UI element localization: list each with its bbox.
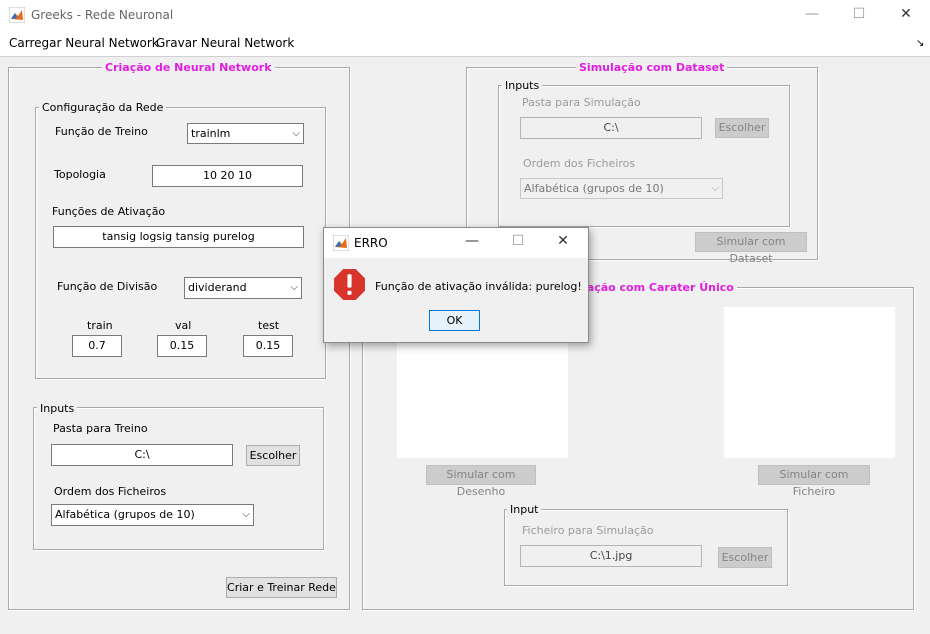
simulate-dataset-button[interactable]: Simular com Dataset [695, 232, 807, 265]
val-ratio-label: val [175, 319, 192, 332]
maximize-icon[interactable]: ☐ [503, 233, 533, 253]
create-train-button[interactable]: Criar e Treinar Rede [226, 577, 337, 598]
minimize-icon[interactable]: — [457, 233, 487, 253]
train-folder-input[interactable]: C:\ [51, 444, 233, 466]
error-dialog: ERRO — ☐ ✕ Função de ativação inválida: … [323, 227, 589, 343]
train-folder-label: Pasta para Treino [53, 422, 148, 435]
train-inputs-title: Inputs [37, 402, 78, 415]
activation-input[interactable]: tansig logsig tansig purelog [53, 226, 304, 248]
menu-save-network[interactable]: Gravar Neural Network [156, 36, 294, 50]
chevron-down-icon: ⌵ [290, 282, 298, 293]
activation-label: Funções de Ativação [52, 205, 166, 218]
single-char-sim-title: lação com Carater Único [580, 281, 737, 294]
single-browse-button[interactable]: Escolher [718, 547, 772, 568]
topology-label: Topologia [54, 168, 106, 181]
test-ratio-label: test [258, 319, 280, 332]
error-message: Função de ativação inválida: purelog! [375, 280, 582, 293]
maximize-icon[interactable]: ☐ [844, 6, 874, 26]
dataset-sim-title: Simulação com Dataset [576, 61, 728, 74]
train-browse-button[interactable]: Escolher [246, 445, 300, 466]
dataset-inputs-title: Inputs [502, 79, 543, 92]
close-icon[interactable]: ✕ [891, 6, 921, 26]
train-ratio-label: train [87, 319, 113, 332]
chevron-down-icon: ⌵ [292, 128, 300, 139]
single-file-input[interactable]: C:\1.jpg [520, 545, 702, 567]
dataset-folder-label: Pasta para Simulação [522, 96, 641, 109]
train-function-value: trainlm [191, 127, 231, 140]
val-ratio-input[interactable]: 0.15 [157, 335, 207, 357]
dataset-folder-input[interactable]: C:\ [520, 117, 702, 139]
minimize-icon[interactable]: — [797, 6, 827, 26]
resize-corner-icon: ↘ [916, 38, 925, 49]
single-file-label: Ficheiro para Simulação [522, 524, 654, 537]
chevron-down-icon: ⌵ [242, 509, 250, 520]
train-order-select[interactable]: Alfabética (grupos de 10) ⌵ [51, 504, 254, 526]
topology-input[interactable]: 10 20 10 [152, 165, 303, 187]
network-config-title: Configuração da Rede [39, 101, 167, 114]
ok-button[interactable]: OK [429, 310, 480, 331]
dataset-order-label: Ordem dos Ficheiros [523, 157, 636, 170]
division-select[interactable]: dividerand ⌵ [184, 277, 302, 299]
chevron-down-icon: ⌵ [711, 183, 719, 194]
dataset-order-value: Alfabética (grupos de 10) [524, 182, 664, 195]
menu-load-network[interactable]: Carregar Neural Network [9, 36, 159, 50]
division-value: dividerand [188, 281, 247, 294]
single-input-title: Input [507, 503, 542, 516]
image-preview [724, 307, 895, 458]
division-label: Função de Divisão [57, 280, 158, 293]
matlab-app-icon [333, 235, 349, 251]
train-order-label: Ordem dos Ficheiros [54, 485, 167, 498]
train-function-label: Função de Treino [55, 125, 148, 138]
train-function-select[interactable]: trainlm ⌵ [187, 123, 304, 144]
simulate-drawing-button[interactable]: Simular com Desenho [426, 465, 536, 498]
create-network-title: Criação de Neural Network [102, 61, 275, 74]
test-ratio-input[interactable]: 0.15 [243, 335, 293, 357]
simulate-file-button[interactable]: Simular com Ficheiro [758, 465, 870, 498]
window-title: Greeks - Rede Neuronal [31, 8, 174, 22]
dataset-browse-button[interactable]: Escolher [715, 118, 769, 138]
matlab-app-icon [9, 7, 25, 23]
train-order-value: Alfabética (grupos de 10) [55, 508, 195, 521]
train-ratio-input[interactable]: 0.7 [72, 335, 122, 357]
dataset-order-select[interactable]: Alfabética (grupos de 10) ⌵ [520, 178, 723, 199]
close-icon[interactable]: ✕ [548, 233, 578, 253]
dialog-title: ERRO [354, 236, 388, 250]
error-icon [334, 269, 365, 300]
